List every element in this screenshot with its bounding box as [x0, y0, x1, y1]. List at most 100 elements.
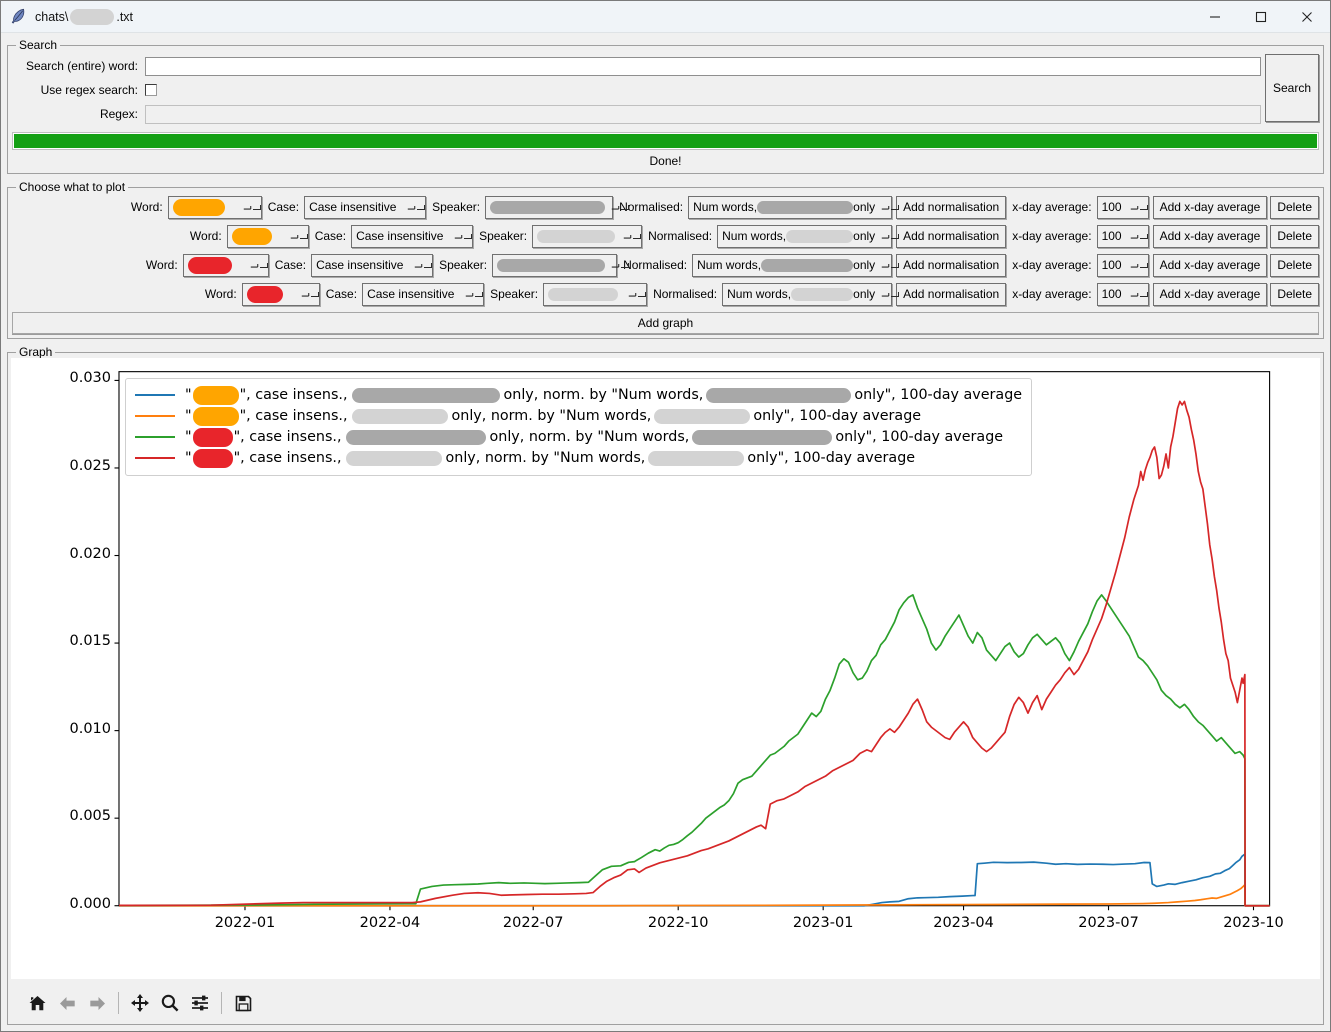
normalised-combo[interactable]: Num words, only [717, 224, 893, 248]
graph-group: Graph 0.000 0.005 0.010 0.015 0.020 0.025 0.03… [7, 345, 1324, 1025]
search-input[interactable] [145, 56, 1261, 76]
add-x-day-average-button[interactable]: Add x-day average [1152, 224, 1268, 248]
normalised-value: Num words, only [722, 229, 881, 243]
window-title: chats\ .txt [35, 8, 133, 25]
delete-button[interactable]: Delete [1270, 195, 1319, 219]
y-axis-tick-label: 0.020 [69, 545, 111, 562]
redacted-word [246, 285, 283, 303]
speaker-combo[interactable] [492, 253, 620, 277]
legend-quote-2: " [233, 429, 241, 446]
legend-mid-text: , case insens., [246, 387, 348, 404]
back-arrow-icon[interactable] [52, 988, 82, 1018]
forward-arrow-icon[interactable] [82, 988, 112, 1018]
x-day-average-combo[interactable]: 100 [1096, 224, 1149, 248]
word-combo[interactable] [241, 282, 320, 306]
speaker-combo[interactable] [485, 195, 620, 219]
delete-button[interactable]: Delete [1270, 282, 1319, 306]
matplotlib-canvas[interactable]: 0.000 0.005 0.010 0.015 0.020 0.025 0.030 2022-… [11, 358, 1320, 979]
redacted-text [548, 287, 619, 301]
x-axis-tick-label: 2023-01 [792, 914, 854, 931]
y-axis-tick-label: 0.005 [69, 808, 111, 825]
add-x-day-average-button[interactable]: Add x-day average [1152, 282, 1268, 306]
add-normalisation-button[interactable]: Add normalisation [896, 195, 1007, 219]
dropdown-arrow-icon [407, 203, 425, 212]
zoom-magnifier-icon[interactable] [155, 988, 185, 1018]
normalised-combo[interactable]: Num words, only [722, 282, 893, 306]
legend-norm-text: only, norm. by "Num words, [503, 387, 704, 404]
plot-row: Word: Case: Case insensitive Speaker: Normal… [12, 282, 1319, 306]
word-combo[interactable] [182, 253, 269, 277]
maximize-button[interactable] [1238, 1, 1284, 32]
speaker-label: Speaker: [479, 229, 528, 243]
plot-row-list: Word: Case: Case insensitive Speaker: Normal… [8, 190, 1323, 306]
normalised-combo[interactable]: Num words, only [692, 253, 893, 277]
x-day-average-value: 100 [1101, 287, 1122, 301]
dropdown-arrow-icon [243, 203, 261, 212]
redacted-speaker [345, 450, 442, 466]
add-graph-button[interactable]: Add graph [12, 312, 1319, 334]
search-button[interactable]: Search [1265, 54, 1319, 122]
add-normalisation-button[interactable]: Add normalisation [896, 253, 1007, 277]
word-combo[interactable] [167, 195, 262, 219]
x-day-average-combo[interactable]: 100 [1096, 282, 1149, 306]
search-word-row: Search (entire) word: [10, 56, 1261, 76]
redacted-text [786, 229, 854, 243]
use-regex-label: Use regex search: [40, 83, 138, 97]
regex-input[interactable] [145, 104, 1261, 124]
legend-quote: " [184, 387, 192, 404]
redacted-word [187, 256, 232, 274]
add-normalisation-button[interactable]: Add normalisation [896, 282, 1007, 306]
delete-button[interactable]: Delete [1270, 253, 1319, 277]
x-day-average-combo[interactable]: 100 [1096, 253, 1149, 277]
normalised-prefix: Num words, [693, 200, 758, 214]
case-combo[interactable]: Case insensitive [351, 224, 474, 248]
x-axis-tick-label: 2023-10 [1223, 914, 1284, 931]
redacted-text [490, 200, 606, 214]
graph-group-label: Graph [16, 345, 56, 359]
save-floppy-icon[interactable] [228, 988, 258, 1018]
legend-tail-text: only", 100-day average [854, 387, 1023, 404]
close-button[interactable] [1284, 1, 1330, 32]
legend-entry: " ", case insens., only, norm. by "Num wor… [134, 427, 1022, 448]
configure-subplots-icon[interactable] [185, 988, 215, 1018]
matplotlib-toolbar [8, 982, 1323, 1024]
minimize-button[interactable] [1192, 1, 1238, 32]
redacted-normaliser [654, 408, 751, 424]
search-group-label: Search [16, 38, 61, 52]
word-combo[interactable] [226, 224, 309, 248]
word-value [172, 198, 243, 216]
plot-chooser-group-label: Choose what to plot [16, 180, 129, 194]
x-day-average-combo[interactable]: 100 [1096, 195, 1149, 219]
legend-tail-text: only", 100-day average [835, 429, 1004, 446]
speaker-combo[interactable] [532, 224, 643, 248]
redacted-text [757, 200, 854, 214]
add-normalisation-button[interactable]: Add normalisation [896, 224, 1007, 248]
redacted-normaliser [648, 450, 745, 466]
redacted-text [791, 287, 854, 301]
toolbar-separator-2 [221, 992, 222, 1014]
normalised-label: Normalised: [653, 287, 718, 301]
normalised-suffix: only [853, 229, 876, 243]
use-regex-checkbox[interactable] [145, 84, 157, 96]
legend-label: " ", case insens., only, norm. by "Num wor… [185, 427, 1004, 447]
y-axis-tick-label: 0.030 [69, 370, 111, 387]
plot-row: Word: Case: Case insensitive Speaker: Normal… [12, 253, 1319, 277]
chart-legend: " " , case insens., only, norm. by "Num wor… [124, 377, 1033, 476]
legend-label: " ", case insens., only, norm. by "Num wor… [185, 406, 921, 426]
add-x-day-average-button[interactable]: Add x-day average [1152, 253, 1268, 277]
add-x-day-average-button[interactable]: Add x-day average [1152, 195, 1268, 219]
speaker-combo[interactable] [543, 282, 648, 306]
normalised-suffix: only [853, 287, 876, 301]
word-value [231, 227, 290, 245]
x-day-average-value: 100 [1101, 258, 1122, 272]
pan-move-icon[interactable] [125, 988, 155, 1018]
case-combo[interactable]: Case insensitive [311, 253, 434, 277]
normalised-suffix: only [853, 200, 876, 214]
normalised-combo[interactable]: Num words, only [688, 195, 893, 219]
redacted-word [231, 227, 272, 245]
case-combo[interactable]: Case insensitive [304, 195, 427, 219]
home-icon[interactable] [22, 988, 52, 1018]
delete-button[interactable]: Delete [1270, 224, 1319, 248]
case-combo[interactable]: Case insensitive [362, 282, 485, 306]
legend-label: " ", case insens., only, norm. by "Num wor… [185, 448, 915, 468]
